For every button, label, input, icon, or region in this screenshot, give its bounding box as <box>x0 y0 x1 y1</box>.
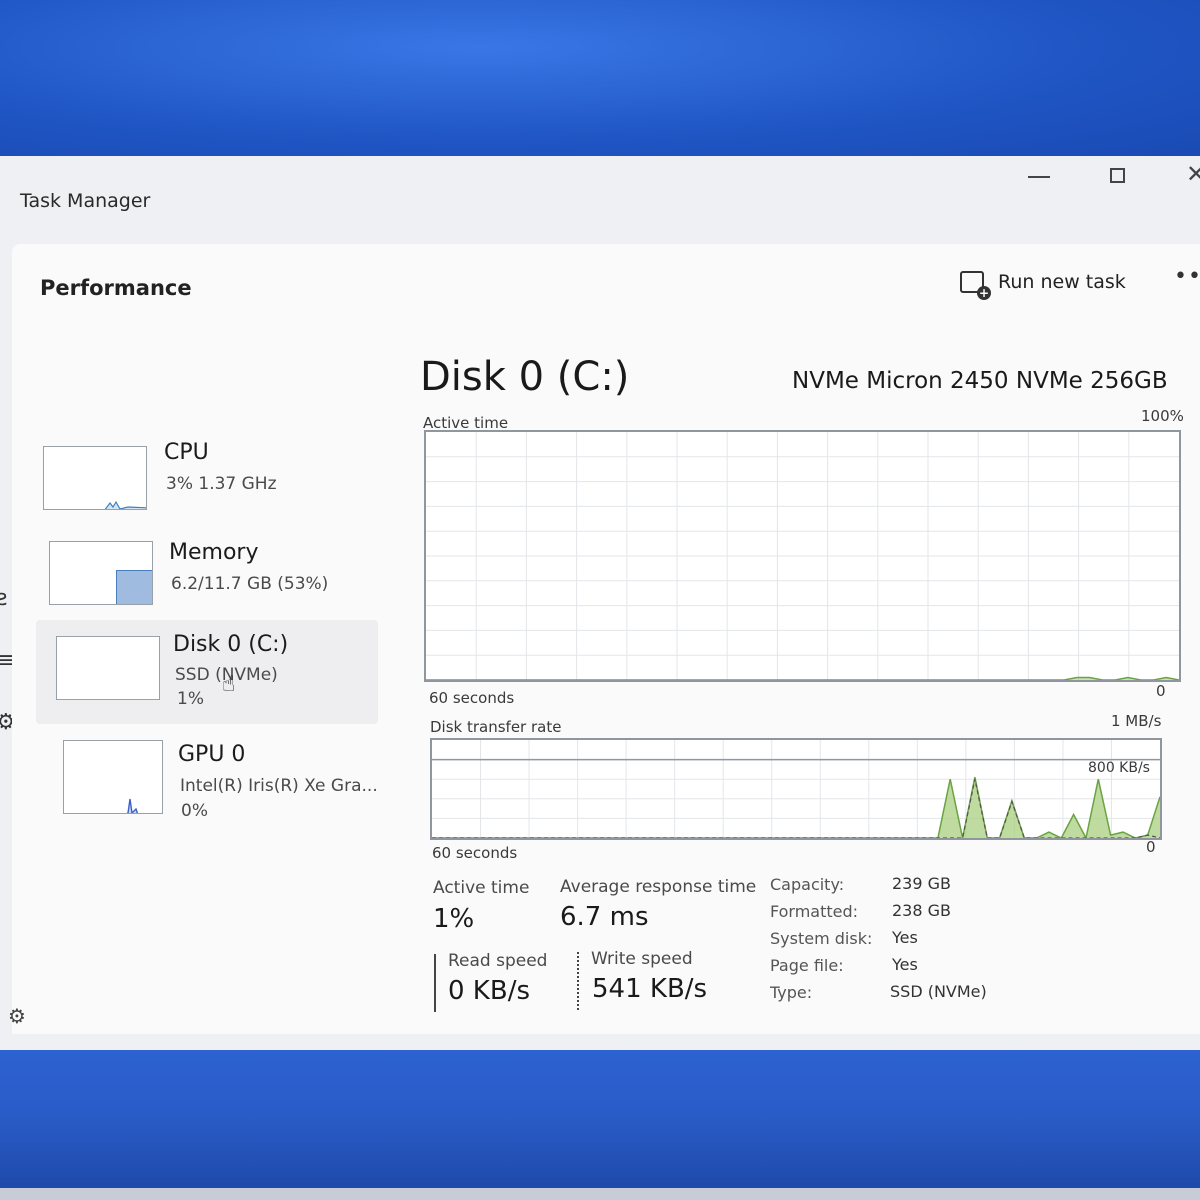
run-task-icon <box>960 271 991 300</box>
page-title: Performance <box>40 276 192 300</box>
disk-title: Disk 0 (C:) <box>420 354 630 400</box>
active-time-stat-value: 1% <box>433 904 475 934</box>
close-button[interactable]: ✕ <box>1186 160 1200 188</box>
run-new-task-button[interactable]: Run new task <box>960 264 1126 300</box>
nav-processes-icon[interactable]: ƨ <box>0 586 7 611</box>
task-manager-window: Task Manager ✕ ƨ ≡ ⚙ Performance Run new… <box>0 156 1200 1050</box>
transfer-rate-ref-label: 800 KB/s <box>1088 760 1150 776</box>
transfer-rate-graph-label: Disk transfer rate <box>430 718 562 736</box>
read-speed-value: 0 KB/s <box>448 976 530 1006</box>
cpu-label: CPU <box>164 440 209 465</box>
device-item-cpu[interactable]: CPU 3% 1.37 GHz <box>32 436 372 526</box>
system-disk-value: Yes <box>892 928 918 947</box>
performance-panel: Performance Run new task ••• CPU 3% 1.37… <box>12 244 1200 1034</box>
device-item-gpu-0[interactable]: GPU 0 Intel(R) Iris(R) Xe Gra... 0% <box>48 734 388 824</box>
avg-response-value: 6.7 ms <box>560 902 649 932</box>
title-bar[interactable]: Task Manager ✕ <box>0 156 1200 244</box>
device-item-memory[interactable]: Memory 6.2/11.7 GB (53%) <box>38 534 378 624</box>
capacity-label: Capacity: <box>770 875 845 894</box>
active-time-line <box>426 676 1179 680</box>
transfer-rate-span-label: 60 seconds <box>432 844 518 862</box>
memory-thumbnail-graph <box>49 541 153 605</box>
active-time-span-label: 60 seconds <box>429 689 515 707</box>
gpu-label: GPU 0 <box>178 742 246 767</box>
transfer-rate-min-label: 0 <box>1146 838 1156 856</box>
memory-usage: 6.2/11.7 GB (53%) <box>171 574 329 594</box>
transfer-rate-read-line <box>432 779 1160 838</box>
desktop-background-top <box>0 0 1200 158</box>
taskbar-edge <box>0 1188 1200 1200</box>
cpu-thumbnail-graph <box>43 446 147 510</box>
settings-gear-icon[interactable]: ⚙ <box>8 1004 26 1028</box>
disk-thumbnail-graph <box>56 636 160 700</box>
page-file-label: Page file: <box>770 956 844 975</box>
run-new-task-label: Run new task <box>998 271 1126 293</box>
gpu-usage: 0% <box>181 801 208 821</box>
capacity-value: 239 GB <box>892 874 951 893</box>
memory-label: Memory <box>169 540 259 565</box>
write-speed-indicator <box>577 952 579 1010</box>
avg-response-label: Average response time <box>560 877 757 897</box>
desktop-background-bottom <box>0 1045 1200 1200</box>
minimize-button[interactable] <box>1028 176 1050 178</box>
cpu-usage: 3% 1.37 GHz <box>166 474 277 494</box>
disk-model: NVMe Micron 2450 NVMe 256GB <box>792 368 1168 394</box>
device-item-disk-0[interactable]: Disk 0 (C:) SSD (NVMe) 1% ☝ <box>36 620 378 724</box>
active-time-graph <box>424 430 1181 682</box>
page-file-value: Yes <box>892 955 918 974</box>
transfer-rate-chart <box>432 740 1160 838</box>
active-time-chart <box>426 432 1179 680</box>
transfer-rate-write-area <box>432 777 1160 838</box>
formatted-value: 238 GB <box>892 901 951 920</box>
type-label: Type: <box>770 983 813 1002</box>
app-title: Task Manager <box>20 190 151 212</box>
mouse-pointer-icon: ☝ <box>222 672 236 697</box>
active-time-stat-label: Active time <box>433 878 530 898</box>
disk-usage: 1% <box>177 689 204 709</box>
system-disk-label: System disk: <box>770 929 873 948</box>
maximize-button[interactable] <box>1110 168 1125 183</box>
transfer-rate-graph: 800 KB/s <box>430 738 1162 840</box>
transfer-rate-max-label: 1 MB/s <box>1111 712 1162 730</box>
read-speed-label: Read speed <box>448 951 548 971</box>
read-speed-indicator <box>434 954 436 1012</box>
write-speed-value: 541 KB/s <box>592 974 708 1004</box>
active-time-min-label: 0 <box>1156 682 1166 700</box>
write-speed-label: Write speed <box>591 949 693 969</box>
disk-label: Disk 0 (C:) <box>173 632 289 657</box>
type-value: SSD (NVMe) <box>890 982 987 1001</box>
active-time-max-label: 100% <box>1141 407 1184 425</box>
more-options-button[interactable]: ••• <box>1174 264 1200 289</box>
gpu-model: Intel(R) Iris(R) Xe Gra... <box>180 776 378 796</box>
formatted-label: Formatted: <box>770 902 859 921</box>
transfer-rate-write-line <box>432 777 1160 838</box>
gpu-thumbnail-graph <box>63 740 163 814</box>
